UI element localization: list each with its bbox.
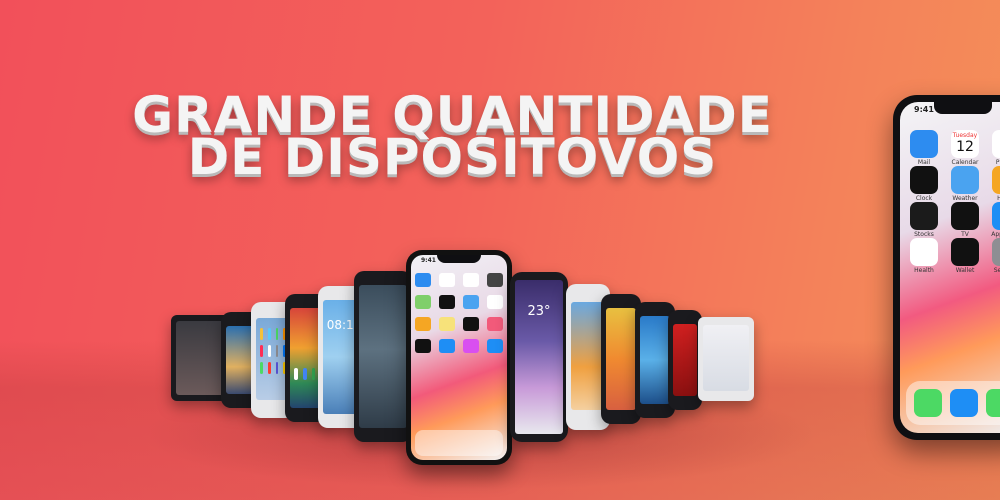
health-icon[interactable]: Health	[910, 238, 938, 274]
home-icon[interactable]: Home	[992, 166, 1000, 202]
moto-phone	[668, 310, 702, 410]
samsung-phone: 23°	[510, 272, 568, 442]
app-label: App Store	[991, 231, 1000, 238]
clock-icon[interactable]: Clock	[910, 166, 938, 202]
phone-icon[interactable]	[914, 389, 942, 417]
messages-icon[interactable]	[986, 389, 1000, 417]
settings-icon[interactable]: Settings	[992, 238, 1000, 274]
app-label: Photos	[995, 159, 1000, 166]
app-label: Home	[997, 195, 1000, 202]
app-store-icon[interactable]: App Store	[991, 202, 1000, 238]
calendar-day: Tuesday	[952, 132, 978, 139]
app-label: Wallet	[955, 267, 975, 274]
promo-banner: GRANDE QUANTIDADE DE DISPOSITOVOS 08:13	[0, 0, 1000, 500]
safari-icon[interactable]	[950, 389, 978, 417]
iphone-x-hero: 9:41	[406, 250, 512, 465]
app-label: Stocks	[914, 231, 934, 238]
tv-icon[interactable]: TV	[951, 202, 979, 238]
stocks-icon[interactable]: Stocks	[910, 202, 938, 238]
big-status-time: 9:41	[914, 105, 934, 114]
home-screen-grid: MailTuesday12CalendarPhotosMapsClockWeat…	[910, 130, 1000, 274]
weather-icon[interactable]: Weather	[951, 166, 979, 202]
app-label: Mail	[917, 159, 931, 166]
photos-icon[interactable]: Photos	[992, 130, 1000, 166]
app-label: Calendar	[951, 159, 979, 166]
app-label: Weather	[952, 195, 978, 202]
calendar-icon[interactable]: Tuesday 12 Calendar	[951, 130, 979, 166]
hero-status-time: 9:41	[421, 257, 436, 264]
mail-icon[interactable]: Mail	[910, 130, 938, 166]
pixel-phone	[354, 271, 412, 442]
samsung-clock: 23°	[527, 304, 551, 319]
app-label: Clock	[915, 195, 933, 202]
iphone-x-large: 9:41 MailTuesday12CalendarPhotosMapsCloc…	[893, 95, 1000, 440]
ipad-mini	[698, 317, 754, 401]
calendar-date: 12	[956, 139, 974, 155]
headline-line-2: DE DISPOSITOVOS	[187, 128, 718, 186]
app-label: Settings	[993, 267, 1000, 274]
app-label: Health	[914, 267, 934, 274]
wallet-icon[interactable]: Wallet	[951, 238, 979, 274]
app-label: TV	[961, 231, 969, 238]
dock	[906, 381, 1000, 425]
